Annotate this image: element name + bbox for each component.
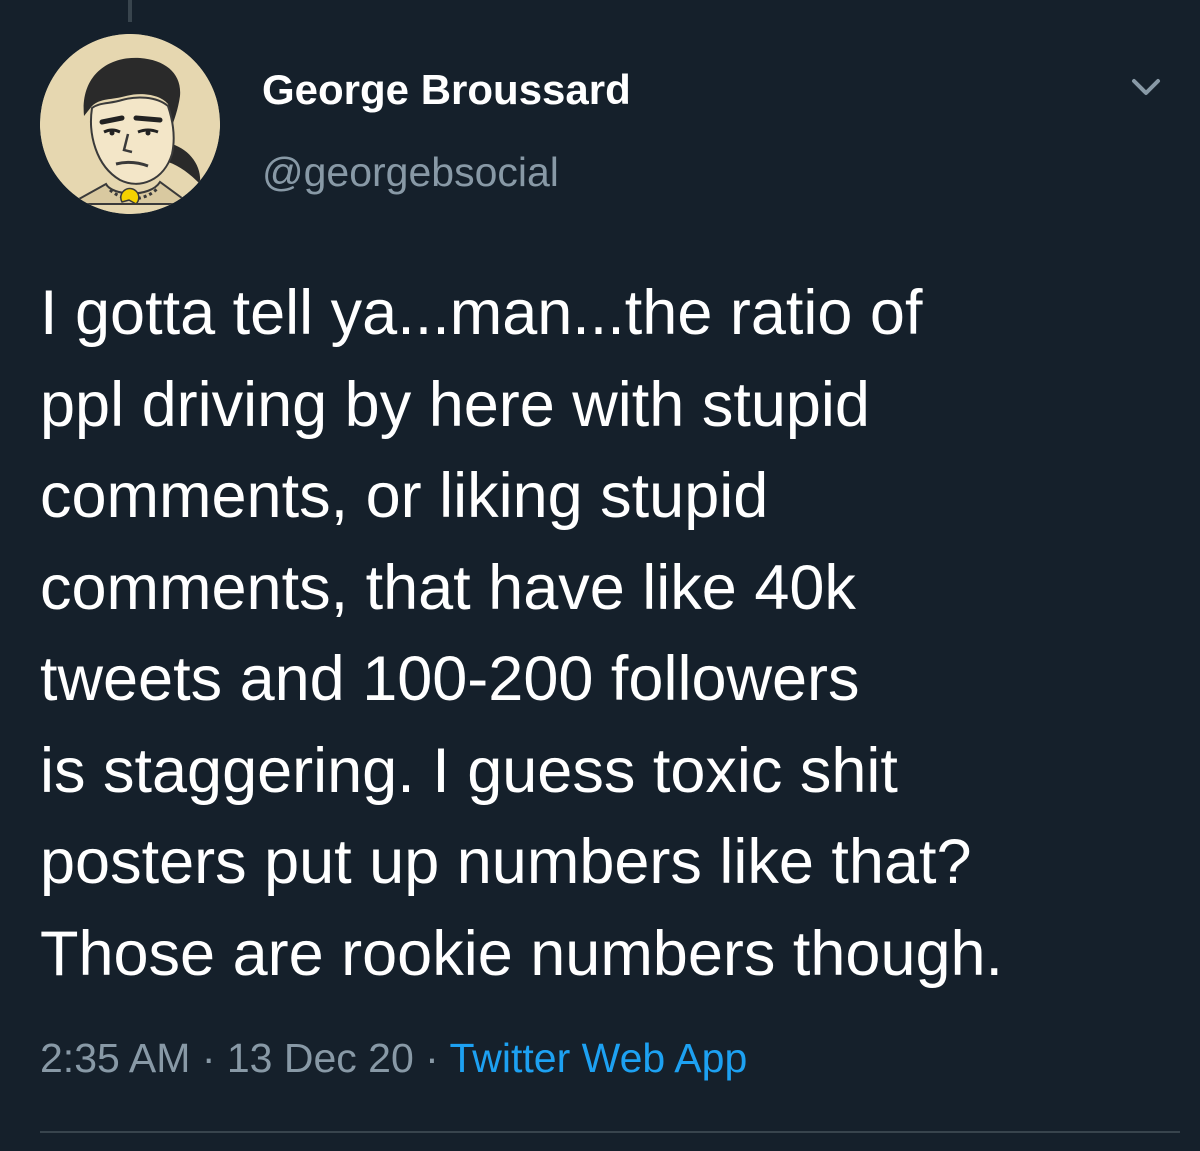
- thread-connector-line: [128, 0, 132, 22]
- chevron-down-icon: [1132, 79, 1160, 95]
- tweet-text-line: comments, that have like 40k: [40, 552, 856, 623]
- tweet-menu-button[interactable]: [1124, 70, 1168, 106]
- tweet-text: I gotta tell ya...man...the ratio of ppl…: [40, 268, 1180, 1000]
- avatar[interactable]: [40, 34, 220, 214]
- display-name[interactable]: George Broussard: [262, 64, 631, 116]
- meta-separator: ·: [190, 1035, 227, 1081]
- tweet-text-line: comments, or liking stupid: [40, 461, 769, 531]
- tweet-time[interactable]: 2:35 AM: [40, 1035, 190, 1081]
- tweet-text-line: posters put up numbers like that?: [40, 827, 972, 897]
- cartoon-avatar-icon: [40, 34, 220, 214]
- tweet-date[interactable]: 13 Dec 20: [227, 1035, 414, 1081]
- tweet-metadata: 2:35 AM · 13 Dec 20 · Twitter Web App: [40, 1028, 747, 1088]
- tweet-text-line: is staggering. I guess toxic shit: [40, 735, 898, 806]
- user-handle[interactable]: @georgebsocial: [262, 146, 559, 198]
- meta-separator: ·: [413, 1035, 450, 1081]
- tweet-card: George Broussard @georgebsocial I gotta …: [0, 0, 1200, 1151]
- tweet-text-line: Those are rookie numbers though.: [40, 918, 1004, 989]
- divider: [40, 1131, 1180, 1133]
- tweet-text-line: ppl driving by here with stupid: [40, 369, 870, 440]
- tweet-source-link[interactable]: Twitter Web App: [449, 1035, 747, 1081]
- tweet-text-line: I gotta tell ya...man...the ratio of: [40, 278, 923, 348]
- tweet-text-line: tweets and 100-200 followers: [40, 644, 860, 714]
